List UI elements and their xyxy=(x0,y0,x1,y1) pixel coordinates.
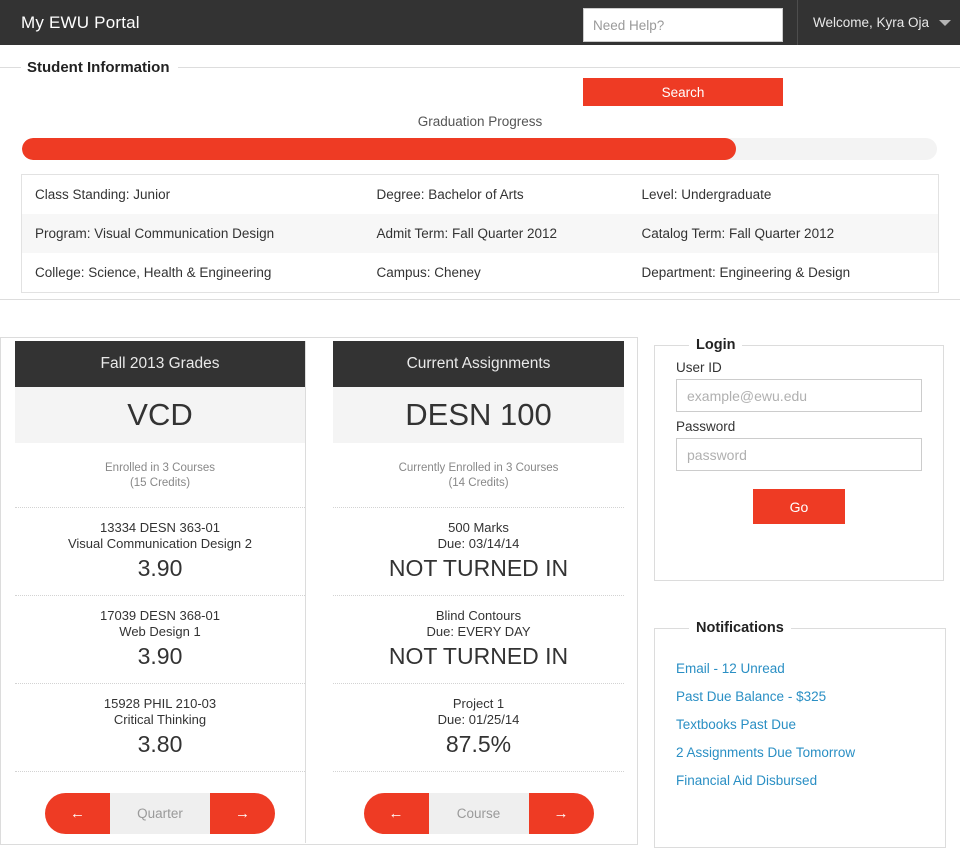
current-assignments-next-button[interactable]: → xyxy=(528,793,594,834)
list-item-title: 17039 DESN 368-01 xyxy=(100,608,220,623)
graduation-progress-bar xyxy=(22,138,937,160)
fall-grades-card: Fall 2013 Grades VCD Enrolled in 3 Cours… xyxy=(15,341,306,843)
current-assignments-subject: DESN 100 xyxy=(333,387,624,443)
student-information-table: Class Standing: Junior Degree: Bachelor o… xyxy=(21,174,939,293)
notification-link[interactable]: Email - 12 Unread xyxy=(676,654,924,682)
list-item: 15928 PHIL 210-03 Critical Thinking 3.80 xyxy=(15,684,305,772)
notification-link[interactable]: Financial Aid Disbursed xyxy=(676,766,924,794)
table-row: College: Science, Health & Engineering Ca… xyxy=(22,253,939,293)
current-assignments-pager-label: Course xyxy=(428,793,529,834)
password-input[interactable] xyxy=(676,438,922,471)
table-cell: Admit Term: Fall Quarter 2012 xyxy=(376,226,558,241)
fall-grades-card-title: Fall 2013 Grades xyxy=(15,341,305,387)
list-item-value: 87.5% xyxy=(445,731,512,757)
list-item: Blind Contours Due: EVERY DAY NOT TURNED I… xyxy=(333,596,624,684)
fall-grades-meta-line1: Enrolled in 3 Courses xyxy=(105,462,215,474)
search-button[interactable]: Search xyxy=(583,78,783,106)
list-item-value: 3.80 xyxy=(137,731,183,757)
notifications-list: Email - 12 Unread Past Due Balance - $325… xyxy=(676,636,924,794)
user-menu[interactable]: Welcome, Kyra Oja xyxy=(797,0,952,45)
list-item-value: NOT TURNED IN xyxy=(388,555,569,581)
password-label: Password xyxy=(676,419,736,434)
notifications-legend: Notifications xyxy=(696,620,784,636)
list-item-title: Project 1 xyxy=(452,696,505,711)
student-information-legend: Student Information xyxy=(27,59,170,76)
student-information-panel: Student Information Search Graduation Pr… xyxy=(0,59,960,300)
fall-grades-subject: VCD xyxy=(15,387,305,443)
table-row: Class Standing: Junior Degree: Bachelor o… xyxy=(22,175,939,215)
list-item-subtitle: Visual Communication Design 2 xyxy=(67,536,253,551)
current-assignments-meta: Currently Enrolled in 3 Courses (14 Cred… xyxy=(333,443,624,508)
list-item-title: 500 Marks xyxy=(448,520,509,535)
current-assignments-pager: ← Course → xyxy=(333,772,624,834)
notification-link[interactable]: Textbooks Past Due xyxy=(676,710,924,738)
current-assignments-card-title: Current Assignments xyxy=(333,341,624,387)
table-row: Program: Visual Communication Design Admi… xyxy=(21,214,939,253)
list-item: 17039 DESN 368-01 Web Design 1 3.90 xyxy=(15,596,305,684)
current-assignments-meta-line2: (14 Credits) xyxy=(448,477,509,489)
list-item-title: 13334 DESN 363-01 xyxy=(100,520,220,535)
fall-grades-pager-label: Quarter xyxy=(110,793,210,834)
help-search-input[interactable] xyxy=(583,8,783,42)
user-greeting-label: Welcome, Kyra Oja xyxy=(813,15,930,30)
table-cell: Class Standing: Junior xyxy=(35,187,171,202)
table-cell: Program: Visual Communication Design xyxy=(35,226,275,241)
list-item: 500 Marks Due: 03/14/14 NOT TURNED IN xyxy=(333,508,624,596)
fall-grades-next-button[interactable]: → xyxy=(210,793,275,834)
list-item-value: 3.90 xyxy=(137,643,183,669)
notification-link[interactable]: Past Due Balance - $325 xyxy=(676,682,924,710)
list-item-subtitle: Due: 03/14/14 xyxy=(437,536,520,551)
fall-grades-rows: 13334 DESN 363-01 Visual Communication De… xyxy=(15,508,305,772)
fall-grades-meta-line2: (15 Credits) xyxy=(129,477,191,489)
list-item-value: NOT TURNED IN xyxy=(388,643,569,669)
user-id-input[interactable] xyxy=(676,379,922,412)
current-assignments-rows: 500 Marks Due: 03/14/14 NOT TURNED IN Blind… xyxy=(333,508,624,772)
notifications-panel: Notifications Email - 12 Unread Past Due … xyxy=(654,620,946,848)
current-assignments-card: Current Assignments DESN 100 Currently E… xyxy=(333,341,624,843)
table-cell: Catalog Term: Fall Quarter 2012 xyxy=(641,226,835,241)
list-item-title: 15928 PHIL 210-03 xyxy=(103,696,217,711)
login-go-button[interactable]: Go xyxy=(753,489,845,524)
list-item-subtitle: Due: 01/25/14 xyxy=(437,712,520,727)
list-item-subtitle: Due: EVERY DAY xyxy=(426,624,531,639)
graduation-progress-fill xyxy=(22,138,736,160)
fall-grades-meta: Enrolled in 3 Courses (15 Credits) xyxy=(15,443,305,508)
current-assignments-meta-line1: Currently Enrolled in 3 Courses xyxy=(398,462,559,474)
list-item: Project 1 Due: 01/25/14 87.5% xyxy=(333,684,624,772)
table-cell: Level: Undergraduate xyxy=(641,187,772,202)
table-cell: Degree: Bachelor of Arts xyxy=(376,187,524,202)
login-panel: Login User ID Password Go xyxy=(654,337,944,581)
list-item-subtitle: Critical Thinking xyxy=(113,712,207,727)
table-cell: Campus: Cheney xyxy=(376,265,481,280)
list-item-title: Blind Contours xyxy=(435,608,522,623)
app-title: My EWU Portal xyxy=(21,12,140,32)
fall-grades-pager: ← Quarter → xyxy=(15,772,305,834)
list-item-subtitle: Web Design 1 xyxy=(119,624,201,639)
table-cell: Department: Engineering & Design xyxy=(641,265,851,280)
main-content-area: Fall 2013 Grades VCD Enrolled in 3 Cours… xyxy=(0,337,960,848)
list-item-value: 3.90 xyxy=(137,555,183,581)
graduation-progress-label: Graduation Progress xyxy=(417,114,543,129)
list-item: 13334 DESN 363-01 Visual Communication De… xyxy=(15,508,305,596)
top-header-bar: My EWU Portal Welcome, Kyra Oja xyxy=(0,0,960,45)
login-legend: Login xyxy=(696,337,736,353)
user-id-label: User ID xyxy=(676,360,722,375)
table-cell: College: Science, Health & Engineering xyxy=(35,265,272,280)
current-assignments-prev-button[interactable]: ← xyxy=(363,793,429,834)
fall-grades-prev-button[interactable]: ← xyxy=(45,793,110,834)
notification-link[interactable]: 2 Assignments Due Tomorrow xyxy=(676,738,924,766)
cards-container: Fall 2013 Grades VCD Enrolled in 3 Cours… xyxy=(0,337,638,845)
chevron-down-icon xyxy=(939,19,952,26)
